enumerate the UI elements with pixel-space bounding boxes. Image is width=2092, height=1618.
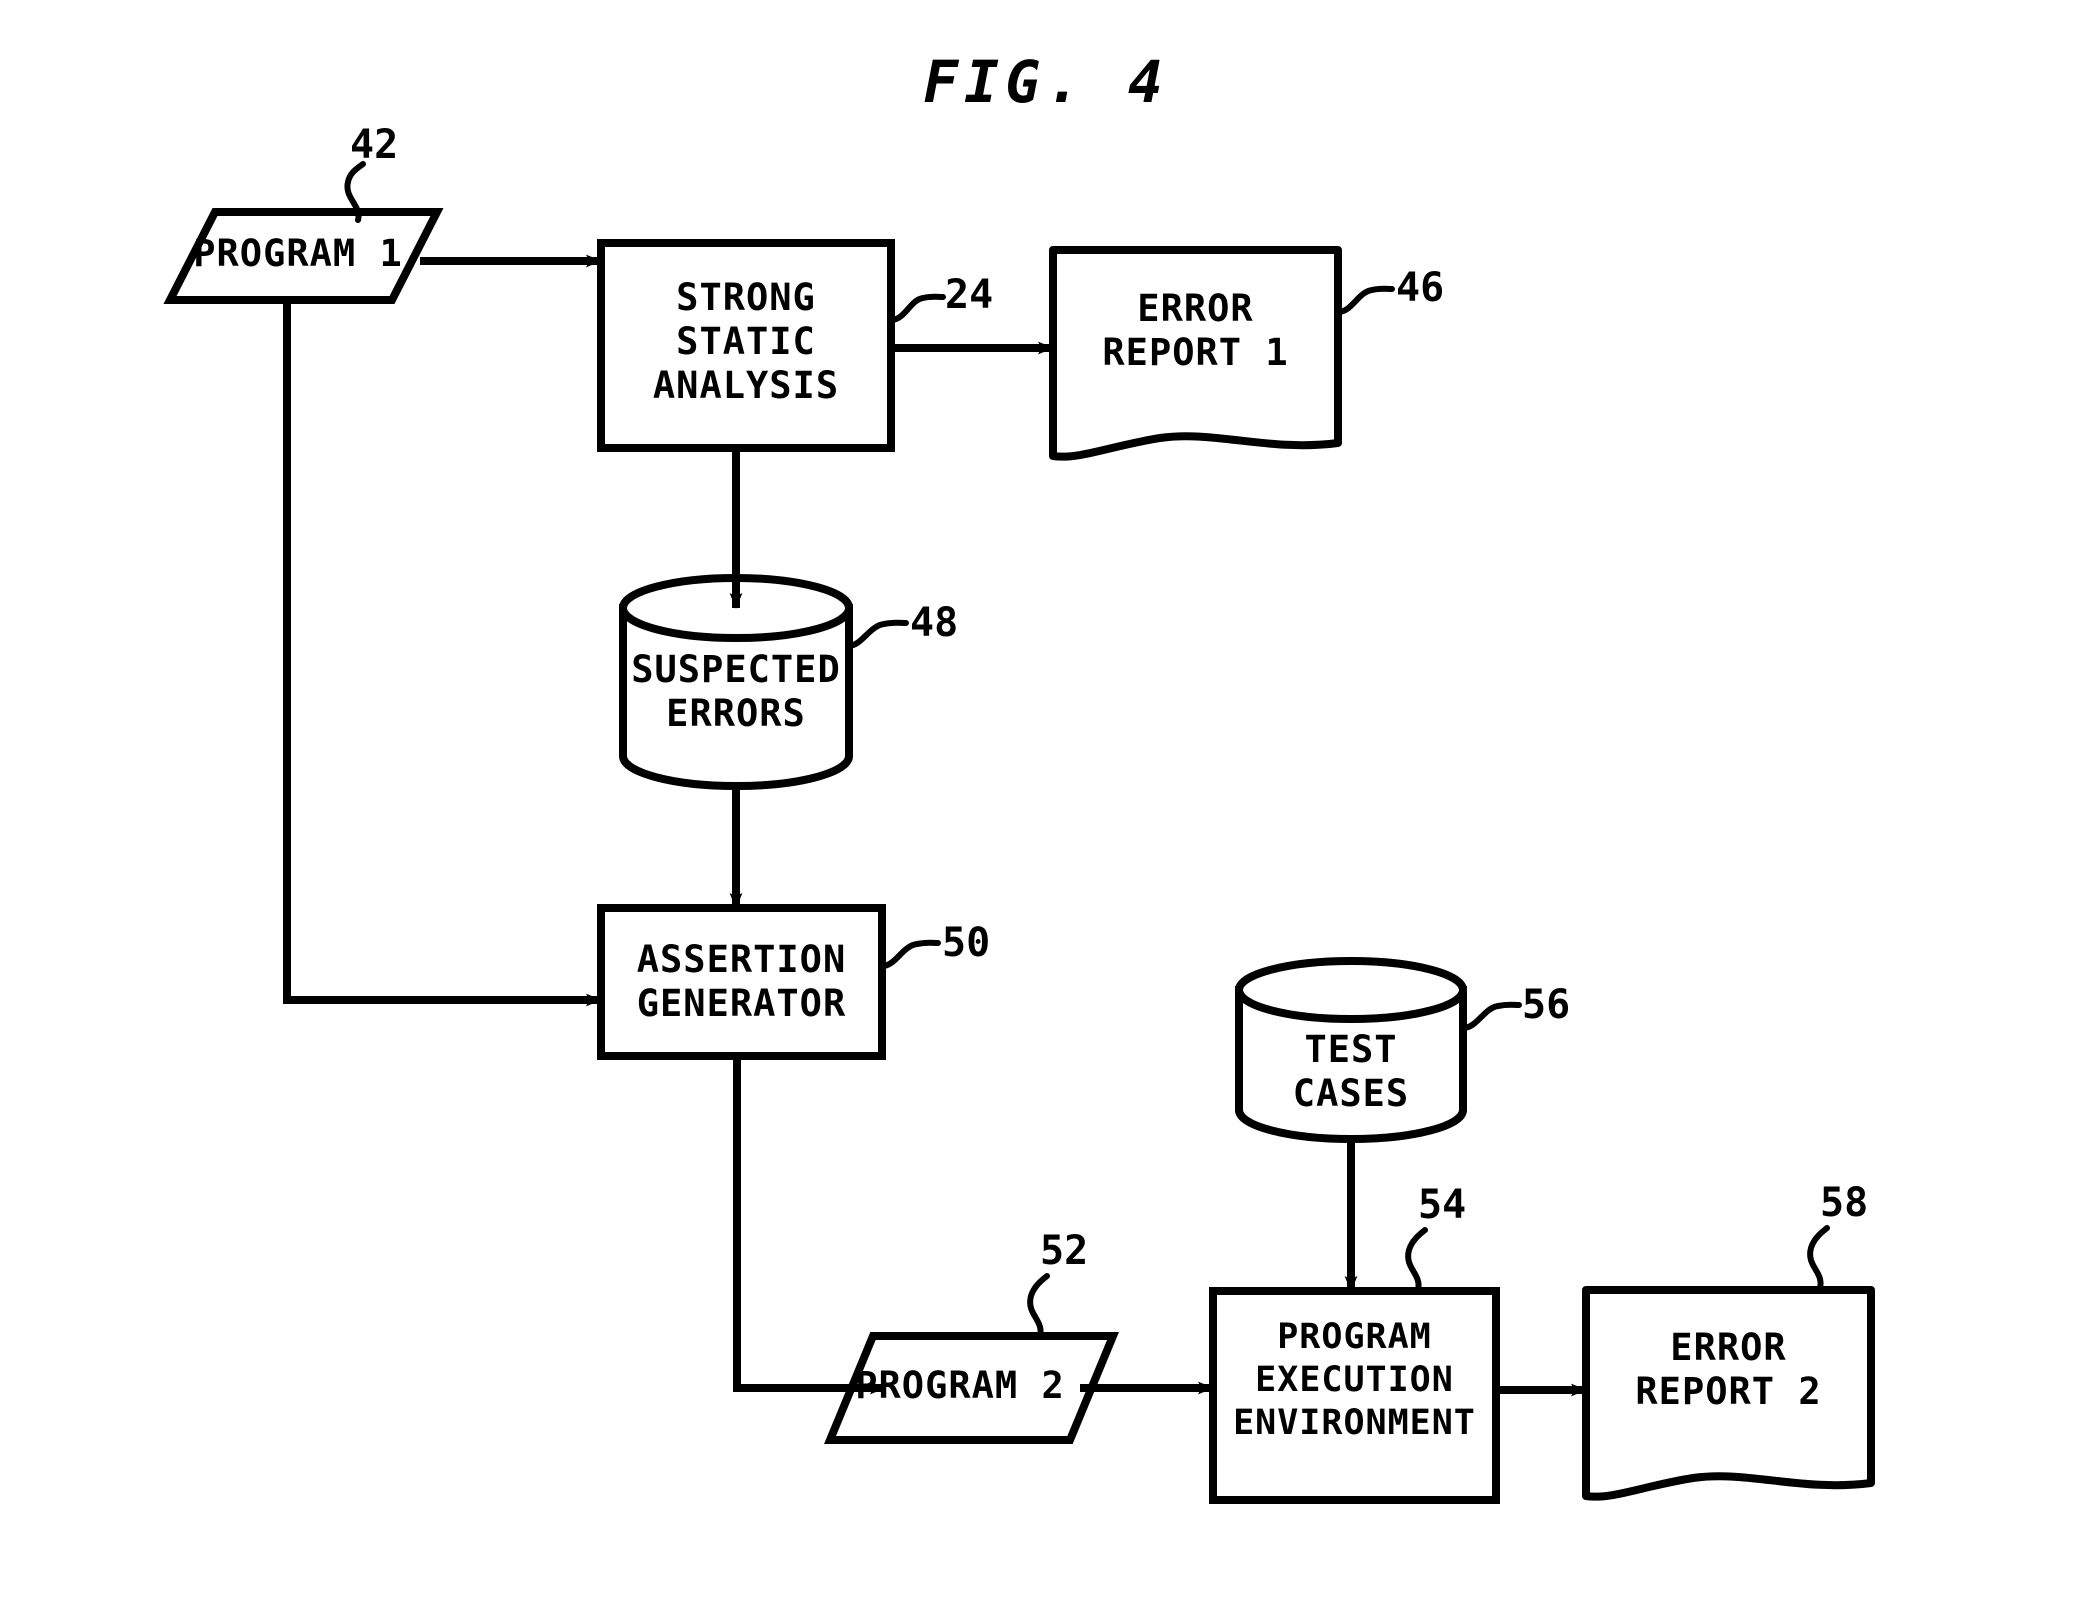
leader-48	[845, 619, 909, 649]
edge-program1-to-assertion-generator	[283, 300, 602, 1007]
ref-numeral-50: 50	[942, 920, 991, 966]
leader-52	[1027, 1273, 1050, 1339]
assertion-generator-shape	[597, 904, 886, 1060]
leader-56	[1460, 1001, 1522, 1031]
leader-54	[1405, 1227, 1428, 1293]
error-report-2-shape	[1582, 1286, 1875, 1501]
edge-assertion-generator-to-program2	[733, 1056, 886, 1395]
leader-58	[1807, 1225, 1830, 1291]
ref-numeral-46: 46	[1396, 265, 1445, 311]
leader-24	[888, 293, 946, 323]
patent-figure: FIG. 4 PROGRAM 1 STRONG STATIC ANALYSIS …	[0, 0, 2092, 1618]
ref-numeral-24: 24	[945, 272, 994, 318]
figure-diagram-canvas	[163, 161, 1875, 1504]
error-report-1-shape	[1049, 246, 1342, 461]
program-1-shape	[163, 208, 444, 304]
test-cases-top-ellipse	[1235, 957, 1467, 1023]
ref-numeral-58: 58	[1820, 1180, 1869, 1226]
ref-numeral-48: 48	[910, 600, 959, 646]
ref-numeral-52: 52	[1040, 1228, 1089, 1274]
ref-numeral-42: 42	[350, 122, 399, 168]
ref-numeral-54: 54	[1418, 1182, 1467, 1228]
leader-50	[879, 939, 941, 969]
ref-numeral-56: 56	[1522, 982, 1571, 1028]
strong-static-analysis-shape	[597, 239, 895, 452]
program-execution-environment-shape	[1209, 1287, 1500, 1504]
leader-46	[1335, 285, 1395, 315]
